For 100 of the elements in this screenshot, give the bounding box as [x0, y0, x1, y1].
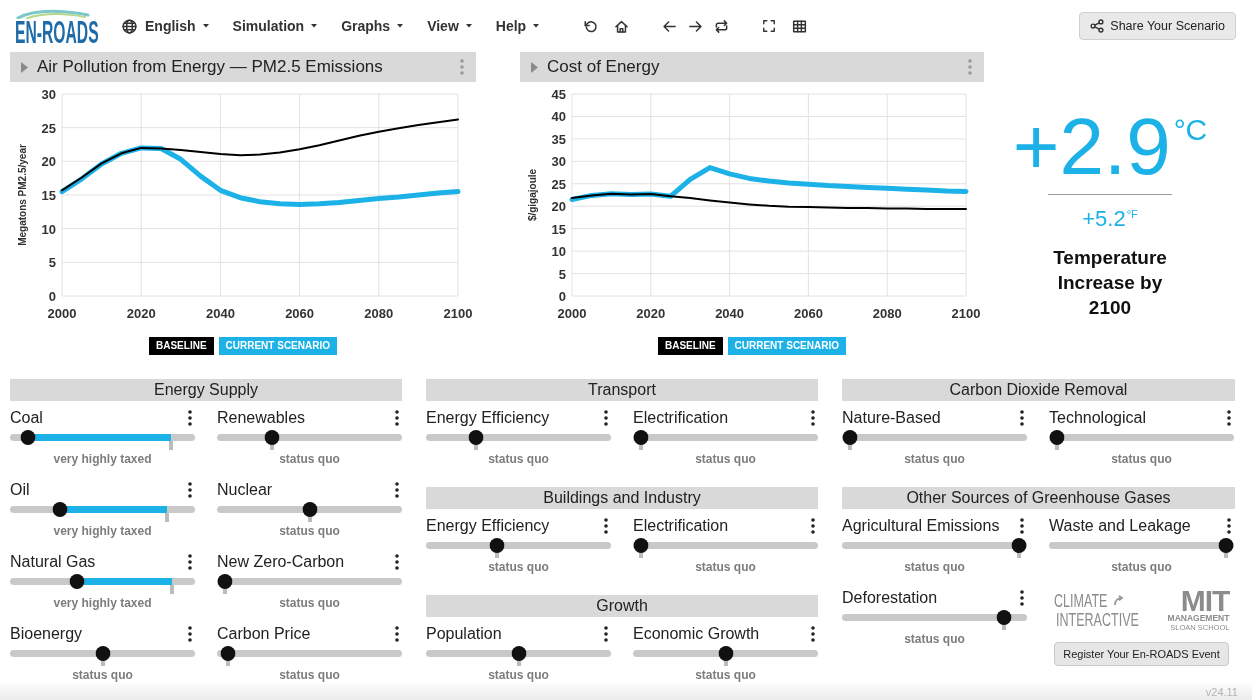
language-menu[interactable]: English [122, 16, 209, 36]
kebab-menu-icon[interactable] [395, 554, 399, 570]
menu-button[interactable]: Help [495, 16, 540, 36]
slider-thumb[interactable] [511, 645, 526, 666]
axis-tick-label: 5 [48, 255, 56, 271]
menu-button[interactable]: Graphs [341, 16, 404, 36]
slider-thumb[interactable] [718, 645, 733, 666]
slider-value-label: very highly taxed [52, 595, 153, 612]
slider-value-label: status quo [278, 595, 341, 612]
slider-thumb[interactable] [264, 429, 280, 450]
kebab-menu-icon[interactable] [395, 482, 399, 498]
slider-thumb[interactable] [633, 537, 649, 558]
slider-thumb[interactable] [468, 429, 484, 450]
register-event-button[interactable]: Register Your En-ROADS Event [1054, 642, 1229, 666]
kebab-menu-icon[interactable] [1020, 410, 1024, 426]
axis-tick-label: 2040 [205, 306, 235, 321]
kebab-menu-icon[interactable] [395, 410, 399, 426]
slider-thumb[interactable] [69, 573, 85, 589]
fullscreen-icon[interactable] [762, 19, 777, 33]
slider-thumb[interactable] [1049, 429, 1065, 450]
arrow-left-icon[interactable] [662, 18, 678, 34]
kebab-menu-icon[interactable] [1020, 518, 1024, 534]
axis-tick-label: 20 [41, 154, 56, 170]
slider-value-label: status quo [487, 559, 550, 576]
axis-tick-label: 2020 [126, 306, 156, 321]
kebab-menu-icon[interactable] [1227, 410, 1231, 426]
kebab-menu-icon[interactable] [811, 626, 815, 642]
axis-tick-label: 2060 [793, 306, 823, 321]
slider-thumb[interactable] [52, 501, 68, 517]
axis-title: $/gigajoule [527, 168, 538, 222]
slider-value-label: status quo [487, 451, 550, 468]
app-logo[interactable]: EN-ROADS [15, 9, 97, 45]
kebab-menu-icon[interactable] [188, 554, 192, 570]
menu-button[interactable]: Simulation [232, 16, 318, 36]
slider-thumb[interactable] [95, 645, 110, 666]
axis-tick-label: 2000 [47, 306, 77, 321]
slider-thumb[interactable] [20, 429, 36, 445]
axis-tick-label: 2060 [285, 306, 315, 321]
axis-tick-label: 2000 [557, 306, 587, 321]
grid-icon[interactable] [792, 18, 808, 34]
slider-label: Economic Growth [633, 624, 760, 644]
slider-thumb[interactable] [1218, 537, 1234, 558]
slider-label: Nature-Based [842, 408, 941, 428]
slider-value-label: status quo [1110, 559, 1173, 576]
axis-tick-label: 25 [551, 176, 566, 192]
section-header: Carbon Dioxide Removal [842, 379, 1235, 401]
axis-tick-label: 2100 [443, 306, 473, 321]
slider-value-label: status quo [903, 631, 966, 648]
slider-label: Deforestation [842, 588, 938, 608]
globe-icon [122, 18, 137, 34]
axis-tick-label: 20 [551, 199, 566, 215]
kebab-menu-icon[interactable] [604, 518, 608, 534]
kebab-menu-icon[interactable] [188, 626, 192, 642]
slider-thumb[interactable] [996, 609, 1012, 630]
chart-title: Air Pollution from Energy — PM2.5 Emissions [37, 57, 384, 77]
slider-thumb[interactable] [489, 537, 504, 558]
slider-label: Electrification [633, 516, 729, 536]
kebab-menu-icon[interactable] [604, 626, 608, 642]
kebab-menu-icon[interactable] [188, 482, 192, 498]
menu-button[interactable]: View [427, 16, 472, 36]
slider-thumb[interactable] [1011, 537, 1027, 558]
share-button[interactable]: Share Your Scenario [1079, 12, 1236, 40]
slider-thumb[interactable] [217, 573, 233, 594]
kebab-menu-icon[interactable] [1227, 518, 1231, 534]
repeat-icon[interactable] [714, 18, 730, 34]
kebab-menu-icon[interactable] [604, 410, 608, 426]
temperature-caption: Temperature Increase by 2100 [1052, 246, 1168, 320]
slider-thumb[interactable] [842, 429, 858, 450]
temperature-unit: °F [1126, 208, 1138, 220]
slider-thumb[interactable] [302, 501, 317, 522]
kebab-menu-icon[interactable] [188, 410, 192, 426]
slider-thumb[interactable] [633, 429, 649, 450]
axis-tick-label: 2020 [636, 306, 666, 321]
legend-item: CURRENT SCENARIO [727, 337, 846, 355]
axis-tick-label: 5 [558, 266, 566, 282]
axis-tick-label: 15 [41, 188, 56, 203]
section-header: Buildings and Industry [426, 487, 818, 509]
undo-icon[interactable] [583, 18, 599, 34]
axis-tick-label: 35 [551, 131, 566, 147]
axis-tick-label: 2080 [872, 306, 902, 321]
axis-tick-label: 30 [551, 154, 566, 170]
axis-tick-label: 30 [41, 87, 56, 102]
axis-tick-label: 40 [551, 109, 566, 125]
slider-value-label: status quo [487, 667, 550, 684]
slider-label: Electrification [633, 408, 729, 428]
home-icon[interactable] [614, 18, 630, 34]
slider-label: Natural Gas [10, 552, 96, 572]
caret-down-icon [202, 24, 209, 28]
slider-thumb[interactable] [220, 645, 236, 666]
kebab-menu-icon[interactable] [811, 410, 815, 426]
kebab-menu-icon[interactable] [395, 626, 399, 642]
axis-tick-label: 10 [551, 244, 566, 260]
section-header: Other Sources of Greenhouse Gases [842, 487, 1235, 509]
slider-value-label: status quo [1110, 451, 1173, 468]
arrow-right-icon[interactable] [688, 18, 704, 34]
axis-tick-label: 15 [551, 221, 566, 237]
share-icon [1090, 19, 1105, 33]
kebab-menu-icon[interactable] [1020, 590, 1024, 606]
slider-value-label: very highly taxed [52, 523, 153, 540]
kebab-menu-icon[interactable] [811, 518, 815, 534]
